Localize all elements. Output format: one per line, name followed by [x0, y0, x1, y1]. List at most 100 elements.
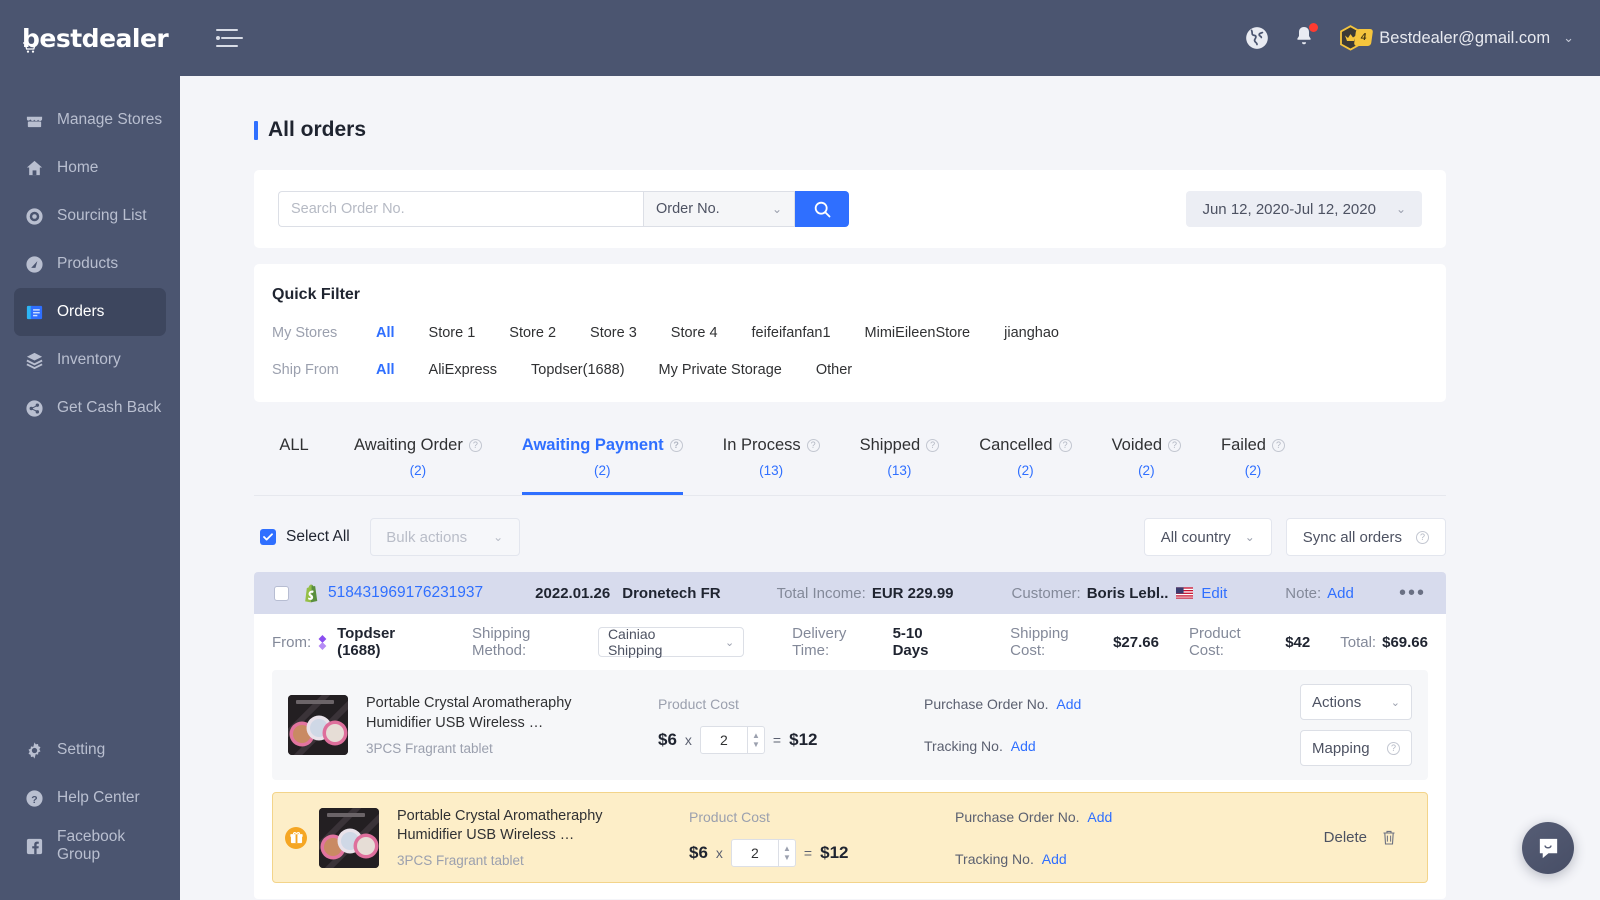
sidebar-item-label: Home [57, 159, 98, 177]
question-circle-icon[interactable]: ? [1059, 439, 1072, 452]
order-store-name: Dronetech FR [622, 585, 720, 602]
filter-option-store-4[interactable]: Store 4 [671, 325, 718, 341]
intercom-chat-button[interactable] [1522, 822, 1574, 874]
tab-voided[interactable]: Voided ? (2) [1112, 430, 1181, 495]
order-line-item: Portable Crystal Aromatheraphy Humidifie… [272, 670, 1428, 780]
sidebar: Manage Stores Home Sourcing List Product… [0, 0, 180, 900]
tab-shipped[interactable]: Shipped ? (13) [860, 430, 940, 495]
purchase-order-add-link[interactable]: Add [1056, 696, 1081, 712]
filter-option-all[interactable]: All [376, 325, 395, 341]
country-filter-button[interactable]: All country ⌄ [1144, 518, 1272, 556]
product-thumbnail[interactable] [288, 695, 348, 755]
tab-awaiting-payment[interactable]: Awaiting Payment ? (2) [522, 430, 683, 495]
filter-option-store-3[interactable]: Store 3 [590, 325, 637, 341]
more-horizontal-icon[interactable]: ••• [1399, 583, 1426, 603]
app-logo[interactable]: bestdealer [22, 24, 168, 53]
tab-in-process[interactable]: In Process ? (13) [723, 430, 820, 495]
target-icon [24, 206, 44, 226]
tab-all[interactable]: ALL [274, 430, 314, 472]
sidebar-item-home[interactable]: Home [14, 144, 166, 192]
select-all-label: Select All [286, 528, 350, 546]
filter-option-mimieileenstore[interactable]: MimiEileenStore [865, 325, 971, 341]
sidebar-item-setting[interactable]: Setting [14, 726, 166, 774]
bulk-actions-label: Bulk actions [386, 529, 467, 546]
search-button[interactable] [795, 191, 849, 227]
purchase-tracking-column: Purchase Order No. Add Tracking No. Add [955, 809, 1255, 867]
actions-dropdown-button[interactable]: Actions ⌄ [1300, 684, 1412, 720]
mapping-label: Mapping [1312, 740, 1370, 757]
sidebar-item-products[interactable]: Products [14, 240, 166, 288]
tab-awaiting-order[interactable]: Awaiting Order ? (2) [354, 430, 482, 495]
shipfrom-option-all[interactable]: All [376, 362, 395, 378]
customer-edit-link[interactable]: Edit [1201, 585, 1227, 602]
sidebar-item-inventory[interactable]: Inventory [14, 336, 166, 384]
sidebar-collapse-button[interactable] [216, 29, 238, 47]
sidebar-item-help-center[interactable]: ? Help Center [14, 774, 166, 822]
svg-text:?: ? [31, 794, 37, 805]
question-circle-icon[interactable]: ? [1272, 439, 1285, 452]
filter-option-store-2[interactable]: Store 2 [509, 325, 556, 341]
sidebar-item-manage-stores[interactable]: Manage Stores [14, 96, 166, 144]
country-filter-label: All country [1161, 529, 1231, 546]
purchase-order-add-link[interactable]: Add [1087, 809, 1112, 825]
shipping-method-select[interactable]: Cainiao Shipping ⌄ [598, 627, 744, 657]
tracking-add-link[interactable]: Add [1042, 851, 1067, 867]
search-input[interactable] [278, 191, 643, 227]
quantity-stepper[interactable]: ▲▼ [748, 726, 765, 754]
quantity-input[interactable]: 2 [731, 839, 779, 867]
mapping-button[interactable]: Mapping ? [1300, 730, 1412, 766]
question-circle-icon[interactable]: ? [807, 439, 820, 452]
tab-label: Failed [1221, 436, 1266, 455]
line-item-actions: Actions ⌄ Mapping ? [1300, 684, 1412, 766]
quantity-stepper[interactable]: ▲▼ [779, 839, 796, 867]
tab-label: In Process [723, 436, 801, 455]
date-range-picker[interactable]: Jun 12, 2020-Jul 12, 2020 ⌄ [1186, 191, 1422, 227]
filter-option-store-1[interactable]: Store 1 [429, 325, 476, 341]
bulk-actions-button[interactable]: Bulk actions ⌄ [370, 518, 520, 556]
tracking-add-link[interactable]: Add [1011, 738, 1036, 754]
sidebar-item-sourcing-list[interactable]: Sourcing List [14, 192, 166, 240]
quick-filter-label: My Stores [272, 325, 376, 341]
shipfrom-option-my-private-storage[interactable]: My Private Storage [659, 362, 782, 378]
delete-line-item-button[interactable]: Delete [1324, 829, 1411, 846]
question-circle-icon[interactable]: ? [1416, 531, 1429, 544]
tab-failed[interactable]: Failed ? (2) [1221, 430, 1285, 495]
question-circle-icon[interactable]: ? [469, 439, 482, 452]
from-value: Topdser (1688) [337, 625, 442, 659]
question-circle-icon[interactable]: ? [926, 439, 939, 452]
filter-option-jianghao[interactable]: jianghao [1004, 325, 1059, 341]
sidebar-item-orders[interactable]: Orders [14, 288, 166, 336]
user-menu[interactable]: 4 Bestdealer@gmail.com ⌄ [1338, 25, 1574, 51]
search-type-select[interactable]: Order No. ⌄ [643, 191, 795, 227]
shipping-cost-value: $27.66 [1113, 634, 1159, 651]
quantity-input[interactable]: 2 [700, 726, 748, 754]
tab-count: (2) [410, 463, 427, 478]
filter-option-feifeifanfan1[interactable]: feifeifanfan1 [752, 325, 831, 341]
question-circle-icon[interactable]: ? [1387, 742, 1400, 755]
globe-icon[interactable] [1244, 25, 1270, 51]
tab-cancelled[interactable]: Cancelled ? (2) [979, 430, 1071, 495]
product-thumbnail[interactable] [319, 808, 379, 868]
tab-count: (2) [1138, 463, 1155, 478]
select-all-checkbox[interactable] [260, 529, 276, 545]
order-select-checkbox[interactable] [274, 586, 289, 601]
question-circle-icon[interactable]: ? [670, 439, 683, 452]
main-content: All orders Order No. ⌄ Jun 12, 2020-Jul … [180, 76, 1600, 900]
delivery-time-label: Delivery Time: [792, 625, 886, 659]
store-icon [24, 110, 44, 130]
sidebar-item-label: Products [57, 255, 118, 273]
shipfrom-option-other[interactable]: Other [816, 362, 852, 378]
question-circle-icon[interactable]: ? [1168, 439, 1181, 452]
order-body: From: Topdser (1688) Shipping Method: Ca… [254, 614, 1446, 899]
product-cost-label: Product Cost [658, 696, 908, 712]
sidebar-item-get-cash-back[interactable]: Get Cash Back [14, 384, 166, 432]
sync-all-orders-button[interactable]: Sync all orders ? [1286, 518, 1446, 556]
order-number-link[interactable]: 518431969176231937 [328, 584, 483, 602]
sidebar-item-facebook-group[interactable]: Facebook Group [14, 822, 166, 870]
shipfrom-option-topdser[interactable]: Topdser(1688) [531, 362, 625, 378]
note-add-link[interactable]: Add [1327, 585, 1354, 602]
shopify-icon [303, 584, 320, 603]
page-title-text: All orders [268, 118, 366, 142]
notifications-button[interactable] [1292, 24, 1316, 53]
shipfrom-option-aliexpress[interactable]: AliExpress [429, 362, 498, 378]
